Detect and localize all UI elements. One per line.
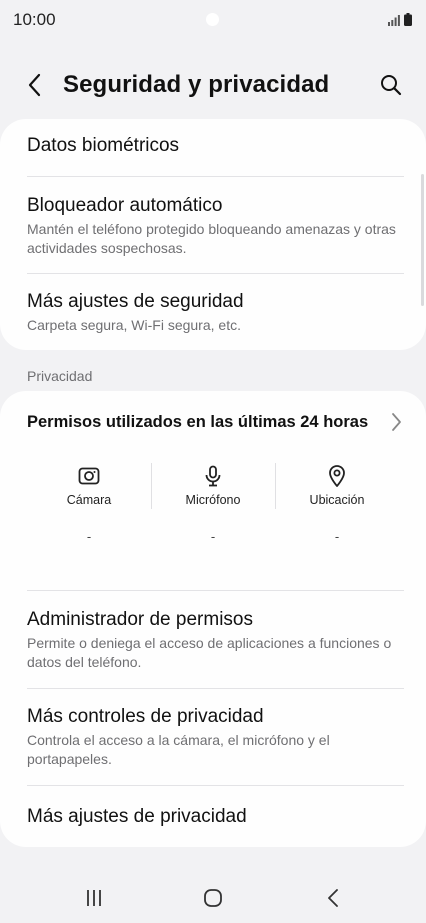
permission-label: Cámara xyxy=(66,493,112,507)
permission-camera[interactable]: Cámara - xyxy=(27,463,151,553)
status-bar: 10:00 xyxy=(0,0,426,40)
location-icon xyxy=(329,465,345,487)
nav-back-icon xyxy=(328,889,338,907)
list-item-more-privacy-settings[interactable]: Más ajustes de privacidad xyxy=(27,805,399,829)
navigation-bar xyxy=(0,870,426,923)
camera-icon xyxy=(78,467,100,485)
list-item-title: Más ajustes de seguridad xyxy=(27,291,244,312)
list-item-subtitle: Controla el acceso a la cámara, el micró… xyxy=(27,732,330,767)
microphone-icon xyxy=(205,465,221,487)
front-camera-cutout xyxy=(206,13,219,26)
permission-location[interactable]: Ubicación - xyxy=(275,463,399,553)
divider xyxy=(27,785,404,786)
permission-value: - xyxy=(86,529,92,544)
permission-value: - xyxy=(210,529,216,544)
column-separator xyxy=(275,463,276,509)
scrollbar[interactable] xyxy=(421,174,424,306)
permissions-usage-title: Permisos utilizados en las últimas 24 ho… xyxy=(27,413,369,431)
search-icon xyxy=(381,75,402,96)
search-button[interactable] xyxy=(374,68,408,102)
nav-back-button[interactable] xyxy=(313,884,353,912)
list-item-biometrics[interactable]: Datos biométricos xyxy=(27,134,399,158)
list-item-title: Datos biométricos xyxy=(27,135,180,156)
list-item-auto-blocker[interactable]: Bloqueador automático Mantén el teléfono… xyxy=(27,194,399,258)
list-item-title: Más ajustes de privacidad xyxy=(27,806,247,827)
status-icons xyxy=(388,13,412,26)
list-item-title: Bloqueador automático xyxy=(27,195,223,216)
page-title: Seguridad y privacidad xyxy=(63,71,330,98)
list-item-subtitle: Carpeta segura, Wi-Fi segura, etc. xyxy=(27,317,241,333)
divider xyxy=(27,688,404,689)
back-button[interactable] xyxy=(18,68,52,102)
recent-apps-icon xyxy=(87,890,101,906)
home-button[interactable] xyxy=(193,884,233,912)
column-separator xyxy=(151,463,152,509)
back-arrow-icon xyxy=(28,73,41,97)
permission-label: Ubicación xyxy=(309,493,365,507)
home-icon xyxy=(204,889,222,907)
security-card: Datos biométricos Bloqueador automático … xyxy=(0,119,426,350)
list-item-subtitle: Permite o deniega el acceso de aplicacio… xyxy=(27,635,392,670)
divider xyxy=(27,273,404,274)
signal-icon xyxy=(388,15,400,26)
chevron-right-icon xyxy=(392,413,401,431)
divider xyxy=(27,176,404,177)
divider xyxy=(27,590,404,591)
section-label-privacy: Privacidad xyxy=(27,368,93,384)
permission-microphone[interactable]: Micrófono - xyxy=(151,463,275,553)
battery-icon xyxy=(404,13,412,26)
status-time: 10:00 xyxy=(13,10,56,29)
list-item-permission-manager[interactable]: Administrador de permisos Permite o deni… xyxy=(27,608,399,672)
list-item-title: Administrador de permisos xyxy=(27,609,253,630)
permission-value: - xyxy=(334,529,340,544)
list-item-title: Más controles de privacidad xyxy=(27,706,264,727)
permission-usage-columns: Cámara - Micrófono - Ubicación - xyxy=(27,463,399,553)
permission-label: Micrófono xyxy=(185,493,241,507)
list-item-more-security[interactable]: Más ajustes de seguridad Carpeta segura,… xyxy=(27,290,399,335)
permissions-usage-header[interactable]: Permisos utilizados en las últimas 24 ho… xyxy=(27,409,406,435)
list-item-subtitle: Mantén el teléfono protegido bloqueando … xyxy=(27,221,396,256)
recent-apps-button[interactable] xyxy=(74,884,114,912)
app-bar: Seguridad y privacidad xyxy=(0,60,426,110)
list-item-more-privacy-controls[interactable]: Más controles de privacidad Controla el … xyxy=(27,705,399,769)
